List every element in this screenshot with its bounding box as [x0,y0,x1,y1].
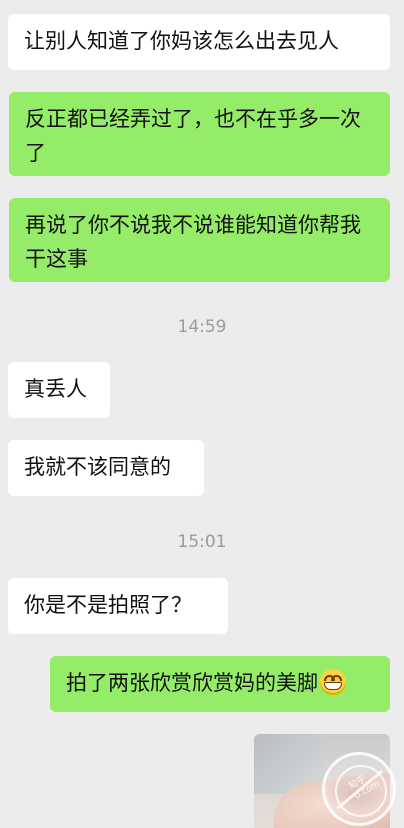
timestamp: 15:01 [177,532,227,552]
grinning-face-emoji-icon [320,669,346,695]
message-bubble-outgoing[interactable]: 反正都已经弄过了，也不在乎多一次了 [9,92,390,176]
message-text: 再说了你不说我不说谁能知道你帮我干这事 [25,213,361,271]
message-text: 真丢人 [24,377,87,401]
timestamp: 14:59 [177,317,227,337]
message-text: 我就不该同意的 [24,455,171,479]
chat-conversation: 让别人知道了你妈该怎么出去见人 反正都已经弄过了，也不在乎多一次了 再说了你不说… [0,0,404,828]
message-bubble-incoming[interactable]: 我就不该同意的 [8,440,204,496]
message-bubble-incoming[interactable]: 真丢人 [8,362,110,418]
message-bubble-outgoing[interactable]: 再说了你不说我不说谁能知道你帮我干这事 [9,198,390,282]
message-bubble-incoming[interactable]: 让别人知道了你妈该怎么出去见人 [8,14,390,70]
message-text: 反正都已经弄过了，也不在乎多一次了 [25,107,361,165]
message-bubble-outgoing[interactable]: 拍了两张欣赏欣赏妈的美脚 [50,656,390,712]
message-text: 你是不是拍照了？ [24,593,192,617]
message-text: 拍了两张欣赏欣赏妈的美脚 [66,671,318,695]
message-bubble-incoming[interactable]: 你是不是拍照了？ [8,578,228,634]
watermark-logo-icon: 知乎 o.com [322,752,396,826]
message-text: 让别人知道了你妈该怎么出去见人 [24,29,339,53]
